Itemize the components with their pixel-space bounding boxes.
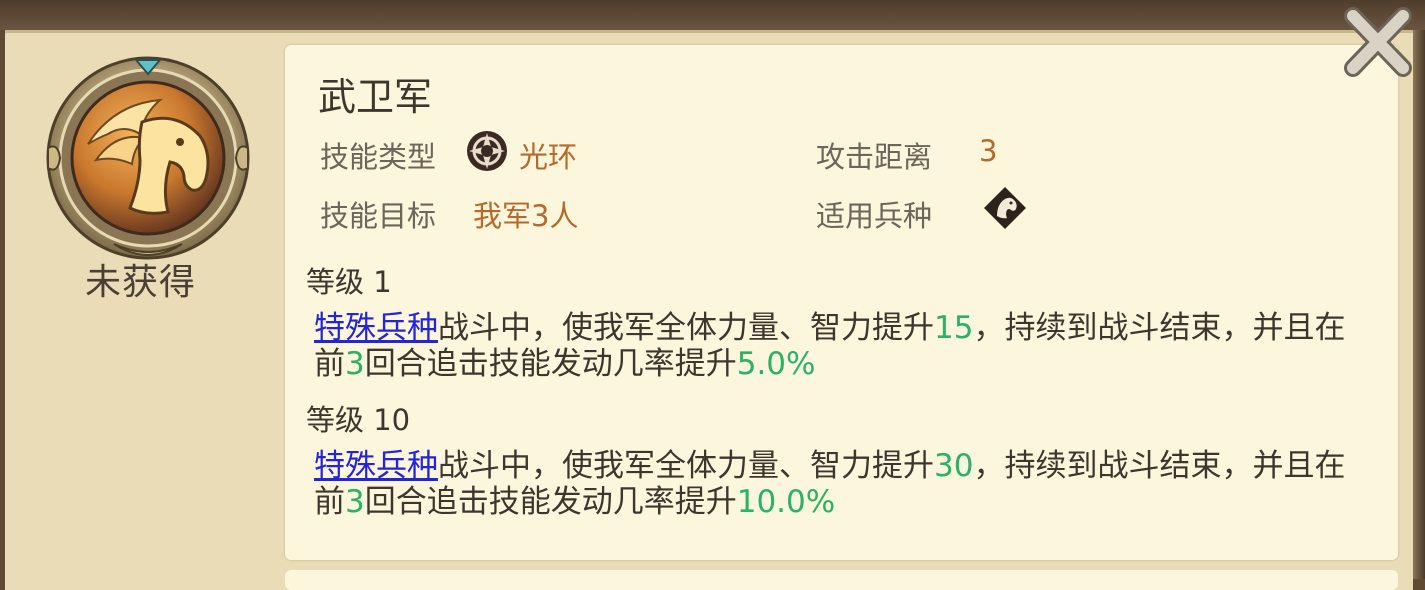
top-frame-strip — [0, 0, 1425, 30]
aura-icon — [465, 129, 509, 173]
attack-range-label: 攻击距离 — [816, 140, 933, 174]
stat-bonus-value: 30 — [934, 448, 974, 484]
special-troop-link[interactable]: 特殊兵种 — [314, 448, 438, 484]
skill-name: 武卫军 — [318, 75, 433, 119]
special-troop-link[interactable]: 特殊兵种 — [314, 310, 438, 346]
skill-target-value: 我军3人 — [473, 199, 579, 233]
level-1-heading: 等级 1 — [306, 265, 392, 299]
acquire-status: 未获得 — [85, 262, 197, 303]
round-count-value: 3 — [345, 484, 365, 520]
close-button[interactable] — [1339, 4, 1417, 80]
round-count-value: 3 — [345, 346, 365, 382]
cavalry-horse-icon — [983, 186, 1027, 230]
trigger-rate-value: 10.0% — [736, 484, 836, 520]
panel-right-edge — [1413, 30, 1425, 579]
desc-text: 战斗中，使我军全体力量、智力提升 — [438, 448, 934, 484]
level-10-description: 特殊兵种战斗中，使我军全体力量、智力提升30，持续到战斗结束，并且在前3回合追击… — [314, 448, 1354, 520]
level-10-heading: 等级 10 — [306, 403, 411, 437]
desc-text: 回合追击技能发动几率提升 — [364, 484, 737, 520]
close-icon — [1344, 7, 1412, 77]
troop-type-label: 适用兵种 — [816, 199, 933, 233]
desc-text: 回合追击技能发动几率提升 — [364, 346, 737, 382]
pegasus-medallion-icon — [44, 52, 252, 260]
next-card — [285, 570, 1398, 590]
attack-range-value: 3 — [979, 134, 998, 168]
level-1-description: 特殊兵种战斗中，使我军全体力量、智力提升15，持续到战斗结束，并且在前3回合追击… — [314, 310, 1354, 382]
skill-type-value: 光环 — [519, 140, 578, 174]
stat-bonus-value: 15 — [934, 310, 974, 346]
skill-target-label: 技能目标 — [320, 199, 437, 233]
trigger-rate-value: 5.0% — [736, 346, 816, 382]
skill-type-label: 技能类型 — [320, 140, 437, 174]
desc-text: 战斗中，使我军全体力量、智力提升 — [438, 310, 934, 346]
